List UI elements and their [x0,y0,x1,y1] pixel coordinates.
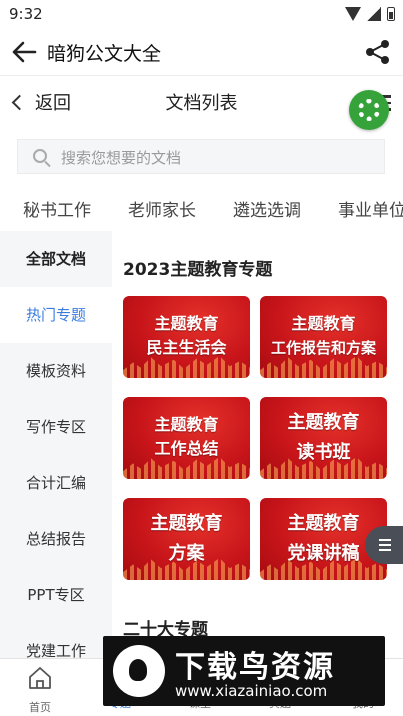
topic-card[interactable]: 主题教育 读书班 [260,397,387,479]
app-title: 暗狗公文大全 [47,43,162,65]
status-time: 9:32 [9,5,43,23]
status-bar: 9:32 [0,0,403,28]
bird-logo-icon [113,645,165,697]
card-line1: 主题教育 [287,412,360,433]
category-tab[interactable]: 老师家长 [128,196,196,221]
watermark-title: 下载鸟资源 [175,650,335,685]
card-line2: 读书班 [296,442,351,463]
content-area: 2023主题教育专题 主题教育 民主生活会 主题教育 工作报告和方案 主题教育 … [112,231,403,658]
back-arrow-icon[interactable] [10,38,38,66]
search-placeholder: 搜索您想要的文档 [61,149,182,167]
floating-camera-button[interactable] [349,90,389,130]
search-input[interactable]: 搜索您想要的文档 [17,139,385,174]
watermark-url: www.xiazainiao.com [175,682,328,700]
floating-menu-button[interactable] [365,526,403,564]
category-tab[interactable]: 事业单位 [338,196,403,221]
card-line2: 民主生活会 [146,338,227,357]
home-icon [29,667,51,689]
signal-icon [367,7,381,21]
search-icon [33,149,47,163]
category-tab[interactable]: 遴选选调 [233,196,301,221]
aperture-icon [358,99,380,121]
card-line1: 主题教育 [154,314,219,333]
status-icons [345,6,395,22]
sidebar-item-all-docs[interactable]: 全部文档 [0,231,112,287]
category-tab[interactable]: 秘书工作 [23,196,91,221]
watermark-banner: 下载鸟资源 www.xiazainiao.com [103,636,385,706]
sidebar-item-reports[interactable]: 总结报告 [0,511,112,567]
section-title: 2023主题教育专题 [123,260,273,280]
nav-label: 首页 [29,701,51,714]
page-title: 文档列表 [165,93,238,114]
topic-card[interactable]: 主题教育 民主生活会 [123,296,250,378]
sidebar-item-compilation[interactable]: 合计汇编 [0,455,112,511]
sidebar-item-ppt[interactable]: PPT专区 [0,567,112,623]
card-line2: 工作总结 [154,439,219,458]
sidebar-item-writing[interactable]: 写作专区 [0,399,112,455]
battery-icon [387,7,395,21]
card-line2: 工作报告和方案 [270,339,376,357]
sidebar-item-templates[interactable]: 模板资料 [0,343,112,399]
category-tabs: 秘书工作 老师家长 遴选选调 事业单位 [0,188,403,226]
sidebar-item-hot-topics[interactable]: 热门专题 [0,287,112,343]
card-line1: 主题教育 [291,314,356,333]
topic-card[interactable]: 主题教育 工作报告和方案 [260,296,387,378]
share-icon[interactable] [365,39,391,65]
nav-item-home[interactable]: 首页 [0,659,80,716]
app-bar: 暗狗公文大全 [0,28,403,76]
card-line1: 主题教育 [154,415,219,434]
topic-card[interactable]: 主题教育 方案 [123,498,250,580]
sub-header: 返回 文档列表 [0,77,403,127]
wifi-icon [345,7,361,21]
topic-card[interactable]: 主题教育 工作总结 [123,397,250,479]
card-line2: 方案 [168,543,205,564]
card-line1: 主题教育 [150,513,223,534]
sidebar: 全部文档 热门专题 模板资料 写作专区 合计汇编 总结报告 PPT专区 党建工作 [0,231,112,660]
